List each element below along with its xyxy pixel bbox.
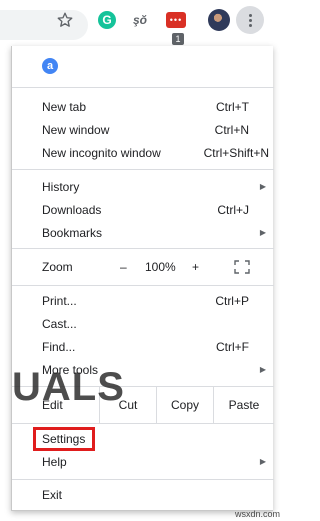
menu-separator	[12, 423, 274, 424]
menu-item-label: Bookmarks	[42, 226, 103, 240]
fullscreen-icon[interactable]	[234, 260, 250, 274]
menu-separator	[12, 285, 274, 286]
extension-badge: 1	[172, 33, 184, 45]
menu-item-new-incognito-window[interactable]: New incognito window Ctrl+Shift+N	[12, 142, 274, 164]
submenu-arrow-icon: ▶	[259, 365, 266, 374]
menu-item-label: Downloads	[42, 203, 102, 217]
menu-item-find[interactable]: Find... Ctrl+F	[12, 336, 274, 358]
menu-item-downloads[interactable]: Downloads Ctrl+J	[12, 199, 274, 221]
watermark-text: UALS	[12, 365, 125, 409]
chrome-main-menu: a New tab Ctrl+T New window Ctrl+N New i…	[11, 46, 274, 511]
menu-item-shortcut: Ctrl+N	[214, 123, 249, 137]
menu-item-help[interactable]: Help ▶	[12, 451, 274, 473]
address-bar-end[interactable]	[0, 10, 88, 40]
menu-item-label: New incognito window	[42, 146, 161, 160]
menu-item-bookmarks[interactable]: Bookmarks ▶	[12, 222, 274, 244]
menu-item-shortcut: Ctrl+T	[216, 100, 249, 114]
extension-so-icon[interactable]: şŏ	[131, 11, 149, 29]
menu-separator	[12, 169, 274, 170]
menu-item-shortcut: Ctrl+P	[215, 294, 249, 308]
submenu-arrow-icon: ▶	[259, 228, 266, 237]
browser-toolbar: G şŏ ••• 1	[0, 0, 283, 46]
menu-item-shortcut: Ctrl+J	[217, 203, 249, 217]
menu-item-label: Print...	[42, 294, 77, 308]
menu-item-exit[interactable]: Exit	[12, 484, 274, 506]
settings-highlight-box	[33, 427, 95, 451]
account-icon[interactable]: a	[42, 58, 58, 74]
menu-item-label: Help	[42, 455, 67, 469]
menu-item-new-tab[interactable]: New tab Ctrl+T	[12, 96, 274, 118]
zoom-label: Zoom	[42, 260, 73, 274]
menu-separator	[12, 479, 274, 480]
zoom-out-button[interactable]: –	[120, 249, 127, 285]
menu-item-new-window[interactable]: New window Ctrl+N	[12, 119, 274, 141]
menu-separator	[12, 87, 274, 88]
menu-item-print[interactable]: Print... Ctrl+P	[12, 290, 274, 312]
menu-item-history[interactable]: History ▶	[12, 176, 274, 198]
extension-red-icon[interactable]: •••	[166, 12, 186, 28]
zoom-value: 100%	[145, 260, 176, 274]
submenu-arrow-icon: ▶	[259, 182, 266, 191]
menu-item-label: Exit	[42, 488, 63, 502]
more-menu-icon[interactable]	[236, 6, 264, 34]
submenu-arrow-icon: ▶	[259, 457, 266, 466]
menu-item-cast[interactable]: Cast...	[12, 313, 274, 335]
menu-item-shortcut: Ctrl+F	[216, 340, 249, 354]
menu-item-label: Find...	[42, 340, 76, 354]
star-icon[interactable]	[56, 11, 74, 29]
copy-button[interactable]: Copy	[156, 387, 213, 423]
zoom-row: Zoom – 100% +	[12, 249, 274, 285]
menu-item-label: History	[42, 180, 80, 194]
grammarly-icon[interactable]: G	[98, 11, 116, 29]
zoom-in-button[interactable]: +	[192, 249, 199, 285]
avatar[interactable]	[208, 9, 230, 31]
menu-item-label: New tab	[42, 100, 87, 114]
site-watermark: wsxdn.com	[235, 509, 281, 519]
menu-item-label: New window	[42, 123, 110, 137]
menu-item-shortcut: Ctrl+Shift+N	[203, 146, 269, 160]
menu-item-label: Cast...	[42, 317, 77, 331]
paste-button[interactable]: Paste	[213, 387, 274, 423]
